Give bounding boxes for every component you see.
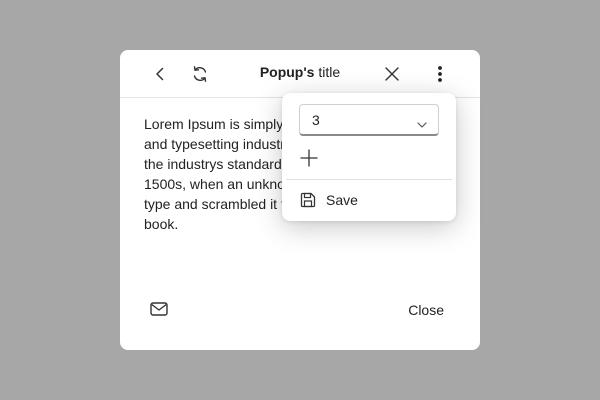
save-menu-item[interactable]: Save	[300, 191, 358, 209]
close-text-button[interactable]: Close	[408, 302, 444, 318]
refresh-button[interactable]	[188, 62, 212, 86]
plus-icon	[299, 149, 319, 172]
mail-icon	[150, 302, 168, 321]
add-button[interactable]	[299, 148, 319, 168]
popup-title-bold: Popup's	[259, 64, 315, 80]
popup-title-rest: title	[318, 64, 341, 80]
close-icon	[384, 66, 400, 82]
chevron-left-icon	[152, 66, 168, 82]
save-label: Save	[326, 192, 358, 208]
close-button[interactable]	[380, 62, 404, 86]
mail-button[interactable]	[150, 301, 170, 319]
backdrop: Popup's title Lorem Ipsum is simply dumm…	[0, 0, 600, 400]
popup-title: Popup's title	[230, 64, 370, 80]
floppy-disk-icon	[300, 192, 316, 208]
more-button[interactable]	[428, 62, 452, 86]
number-select[interactable]: 3	[299, 104, 439, 136]
refresh-icon	[190, 64, 210, 84]
menu-divider	[286, 179, 452, 180]
select-value: 3	[312, 112, 320, 128]
overflow-menu: 3 Save	[282, 93, 456, 221]
more-vertical-icon	[437, 65, 443, 83]
popup-header: Popup's title	[120, 50, 480, 98]
back-button[interactable]	[148, 62, 172, 86]
chevron-down-icon	[416, 116, 428, 128]
